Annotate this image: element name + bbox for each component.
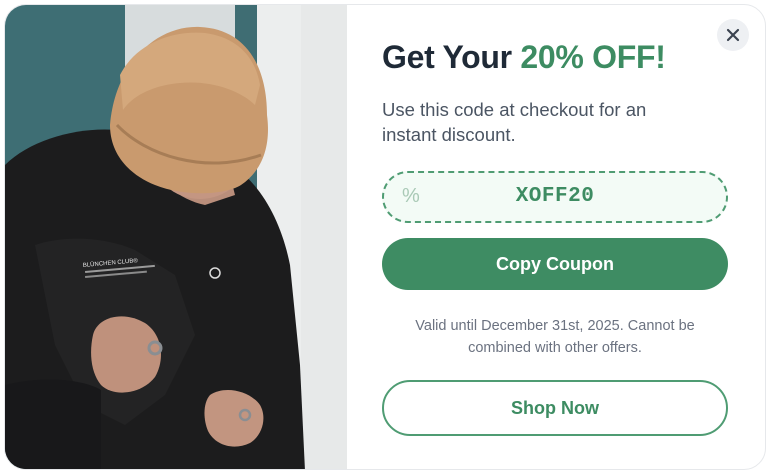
shop-now-button[interactable]: Shop Now <box>382 380 728 436</box>
copy-coupon-button[interactable]: Copy Coupon <box>382 238 728 290</box>
product-photo: BLÜNCHEN CLUB® <box>5 5 347 469</box>
coupon-headline: Get Your 20% OFF! <box>382 39 732 76</box>
coupon-code[interactable]: XOFF20 <box>384 185 726 208</box>
headline-prefix: Get Your <box>382 39 521 75</box>
coupon-modal: BLÜNCHEN CLUB® Get Your 20% OFF! Use thi… <box>4 4 766 470</box>
coupon-description: Use this code at checkout for an instant… <box>382 99 647 145</box>
headline-discount: 20% OFF! <box>520 39 666 75</box>
validity-note: Valid until December 31st, 2025. Cannot … <box>415 318 695 356</box>
coupon-code-box[interactable]: % XOFF20 <box>382 171 728 223</box>
